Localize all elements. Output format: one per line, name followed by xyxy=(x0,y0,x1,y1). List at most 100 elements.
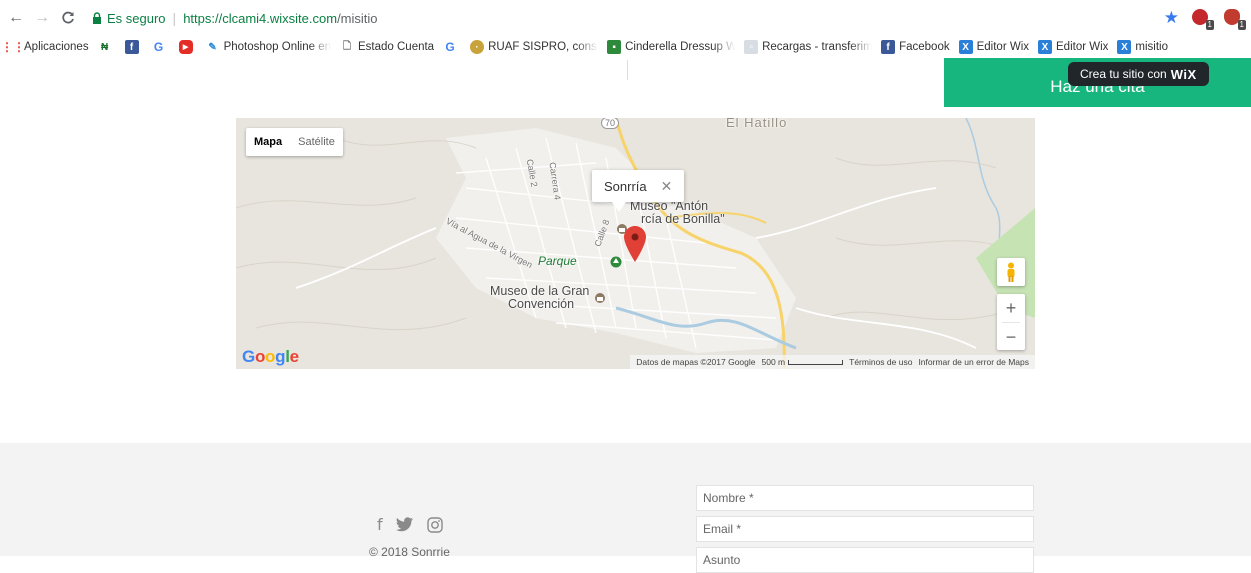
museum-icon xyxy=(595,293,605,303)
url-separator: | xyxy=(172,10,177,26)
wix-banner[interactable]: Crea tu sitio con WiX xyxy=(1068,62,1209,86)
google-icon: G xyxy=(153,40,164,54)
brush-icon: ✎ xyxy=(208,41,217,53)
secure-label: Es seguro xyxy=(107,10,166,26)
bookmark-apps[interactable]: ⋮⋮ Aplicaciones xyxy=(1,40,89,54)
bookmark-label: Recargas - transferim xyxy=(762,41,873,53)
subject-placeholder: Asunto xyxy=(703,553,741,567)
zoom-control: + − xyxy=(997,294,1025,350)
apps-grid-icon: ⋮⋮ xyxy=(1,40,25,54)
social-links: f xyxy=(377,515,443,534)
email-placeholder: Email * xyxy=(703,522,742,536)
twitter-icon[interactable] xyxy=(395,517,414,532)
bookmark-recargas[interactable]: ▫ Recargas - transferim xyxy=(744,40,872,54)
secure-indicator[interactable]: Es seguro xyxy=(92,11,166,26)
report-error-link[interactable]: Informar de un error de Maps xyxy=(918,357,1029,367)
lock-icon xyxy=(93,12,101,24)
facebook-icon: f xyxy=(124,40,139,54)
instagram-icon[interactable] xyxy=(426,516,443,533)
zoom-in-button[interactable]: + xyxy=(997,294,1025,322)
youtube-icon: ▶ xyxy=(178,40,193,54)
map-attribution: Datos de mapas ©2017 Google 500 m Términ… xyxy=(630,355,1035,369)
map-data-credit: Datos de mapas ©2017 Google xyxy=(636,357,756,367)
zoom-out-button[interactable]: − xyxy=(997,323,1025,351)
extension-badge: 1 xyxy=(1237,20,1246,30)
name-field[interactable]: Nombre * xyxy=(696,485,1034,511)
bookmark-icon-only-1[interactable]: ₦ xyxy=(98,40,116,54)
adblock-extension-icon[interactable]: 1 xyxy=(1191,8,1214,30)
document-icon: 🗋 xyxy=(342,40,352,52)
extension-icon[interactable]: 1 xyxy=(1223,8,1246,30)
bank-logo-icon: ₦ xyxy=(100,41,109,53)
wix-icon: X xyxy=(1117,40,1132,54)
subject-field[interactable]: Asunto xyxy=(696,547,1034,573)
map-label-museo-anton-2: rcía de Bonilla" xyxy=(641,212,725,226)
header-divider xyxy=(627,60,628,80)
bookmark-label: Cinderella Dressup W xyxy=(625,41,736,53)
map-route-shield: 70 xyxy=(601,118,620,129)
browser-toolbar: ← → Es seguro | https://clcami4.wixsite.… xyxy=(0,0,1251,36)
info-window-title: Sonrría xyxy=(604,178,647,194)
bookmarks-bar: ⋮⋮ Aplicaciones ₦ f G ▶ ✎ Photoshop Onli… xyxy=(0,36,1251,58)
street-view-pegman-icon[interactable] xyxy=(997,258,1025,286)
map-scale-label: 500 m xyxy=(761,357,786,367)
bookmark-facebook[interactable]: f Facebook xyxy=(881,40,950,54)
game-icon: ▪ xyxy=(607,40,622,54)
map-label-museo-gran-2: Convención xyxy=(508,297,575,311)
bookmark-estado-cuenta[interactable]: 🗋 Estado Cuenta xyxy=(340,40,434,54)
bookmark-label: Photoshop Online en xyxy=(223,41,331,53)
government-seal-icon: · xyxy=(470,40,485,54)
back-arrow-icon[interactable]: ← xyxy=(6,8,26,28)
bookmark-label: Aplicaciones xyxy=(24,41,89,53)
footer: f © 2018 Sonrrie Nombre * Email * Asunto xyxy=(0,443,1251,573)
bookmark-editor-wix-1[interactable]: X Editor Wix xyxy=(958,40,1030,54)
google-icon: G xyxy=(445,40,455,54)
url-field[interactable]: https://clcami4.wixsite.com/misitio xyxy=(183,11,377,26)
copyright-text: © 2018 Sonrrie xyxy=(369,545,450,559)
facebook-icon: f xyxy=(881,40,896,54)
map-type-satellite-button[interactable]: Satélite xyxy=(290,128,343,156)
map-marker-icon[interactable] xyxy=(624,226,646,262)
url-path: /misitio xyxy=(337,10,378,26)
terms-link[interactable]: Términos de uso xyxy=(849,357,912,367)
map-type-map-button[interactable]: Mapa xyxy=(246,128,290,156)
bookmark-label: RUAF SISPRO, consul xyxy=(488,41,599,53)
extension-badge: 1 xyxy=(1205,20,1214,30)
bookmark-icon-only-4[interactable]: ▶ xyxy=(178,40,197,54)
wix-logo: WiX xyxy=(1170,66,1197,82)
bookmark-photoshop[interactable]: ✎ Photoshop Online en xyxy=(206,40,331,54)
bookmark-label: Estado Cuenta xyxy=(358,41,435,53)
email-field[interactable]: Email * xyxy=(696,516,1034,542)
bookmark-label: misitio xyxy=(1135,41,1169,53)
map-label-el-hatillo: El Hatillo xyxy=(726,118,788,130)
bookmark-icon-only-3[interactable]: G xyxy=(152,40,170,54)
wix-icon: X xyxy=(1038,40,1053,54)
bookmark-star-icon[interactable]: ★ xyxy=(1164,8,1179,28)
map-info-window: Sonrría ✕ xyxy=(592,170,685,212)
wix-banner-text: Crea tu sitio con xyxy=(1080,67,1167,81)
google-logo[interactable]: Google xyxy=(242,347,299,367)
close-icon[interactable]: ✕ xyxy=(661,178,673,195)
map-type-control: Mapa Satélite xyxy=(246,128,343,156)
forward-arrow-icon[interactable]: → xyxy=(32,8,52,28)
bookmark-misitio[interactable]: X misitio xyxy=(1117,40,1168,54)
google-map[interactable]: Mapa Satélite El Hatillo 70 Calle 2 Carr… xyxy=(236,118,1035,369)
bookmark-label: Editor Wix xyxy=(976,41,1030,53)
map-scale[interactable]: 500 m xyxy=(762,357,844,367)
wix-icon: X xyxy=(958,40,973,54)
bookmark-google[interactable]: G xyxy=(443,40,461,54)
page-icon: ▫ xyxy=(744,40,759,54)
facebook-icon[interactable]: f xyxy=(377,515,383,534)
bookmark-icon-only-2[interactable]: f xyxy=(124,40,143,54)
bookmark-editor-wix-2[interactable]: X Editor Wix xyxy=(1038,40,1108,54)
url-host: https://clcami4.wixsite.com xyxy=(183,10,338,26)
map-label-parque: Parque xyxy=(538,254,577,268)
bookmark-cinderella[interactable]: ▪ Cinderella Dressup W xyxy=(607,40,735,54)
reload-icon[interactable] xyxy=(58,8,78,28)
scale-bar xyxy=(788,360,844,365)
park-icon xyxy=(610,256,622,268)
bookmark-label: Editor Wix xyxy=(1056,41,1109,53)
name-placeholder: Nombre * xyxy=(703,491,754,505)
bookmark-ruaf[interactable]: · RUAF SISPRO, consul xyxy=(470,40,598,54)
bookmark-label: Facebook xyxy=(899,41,950,53)
